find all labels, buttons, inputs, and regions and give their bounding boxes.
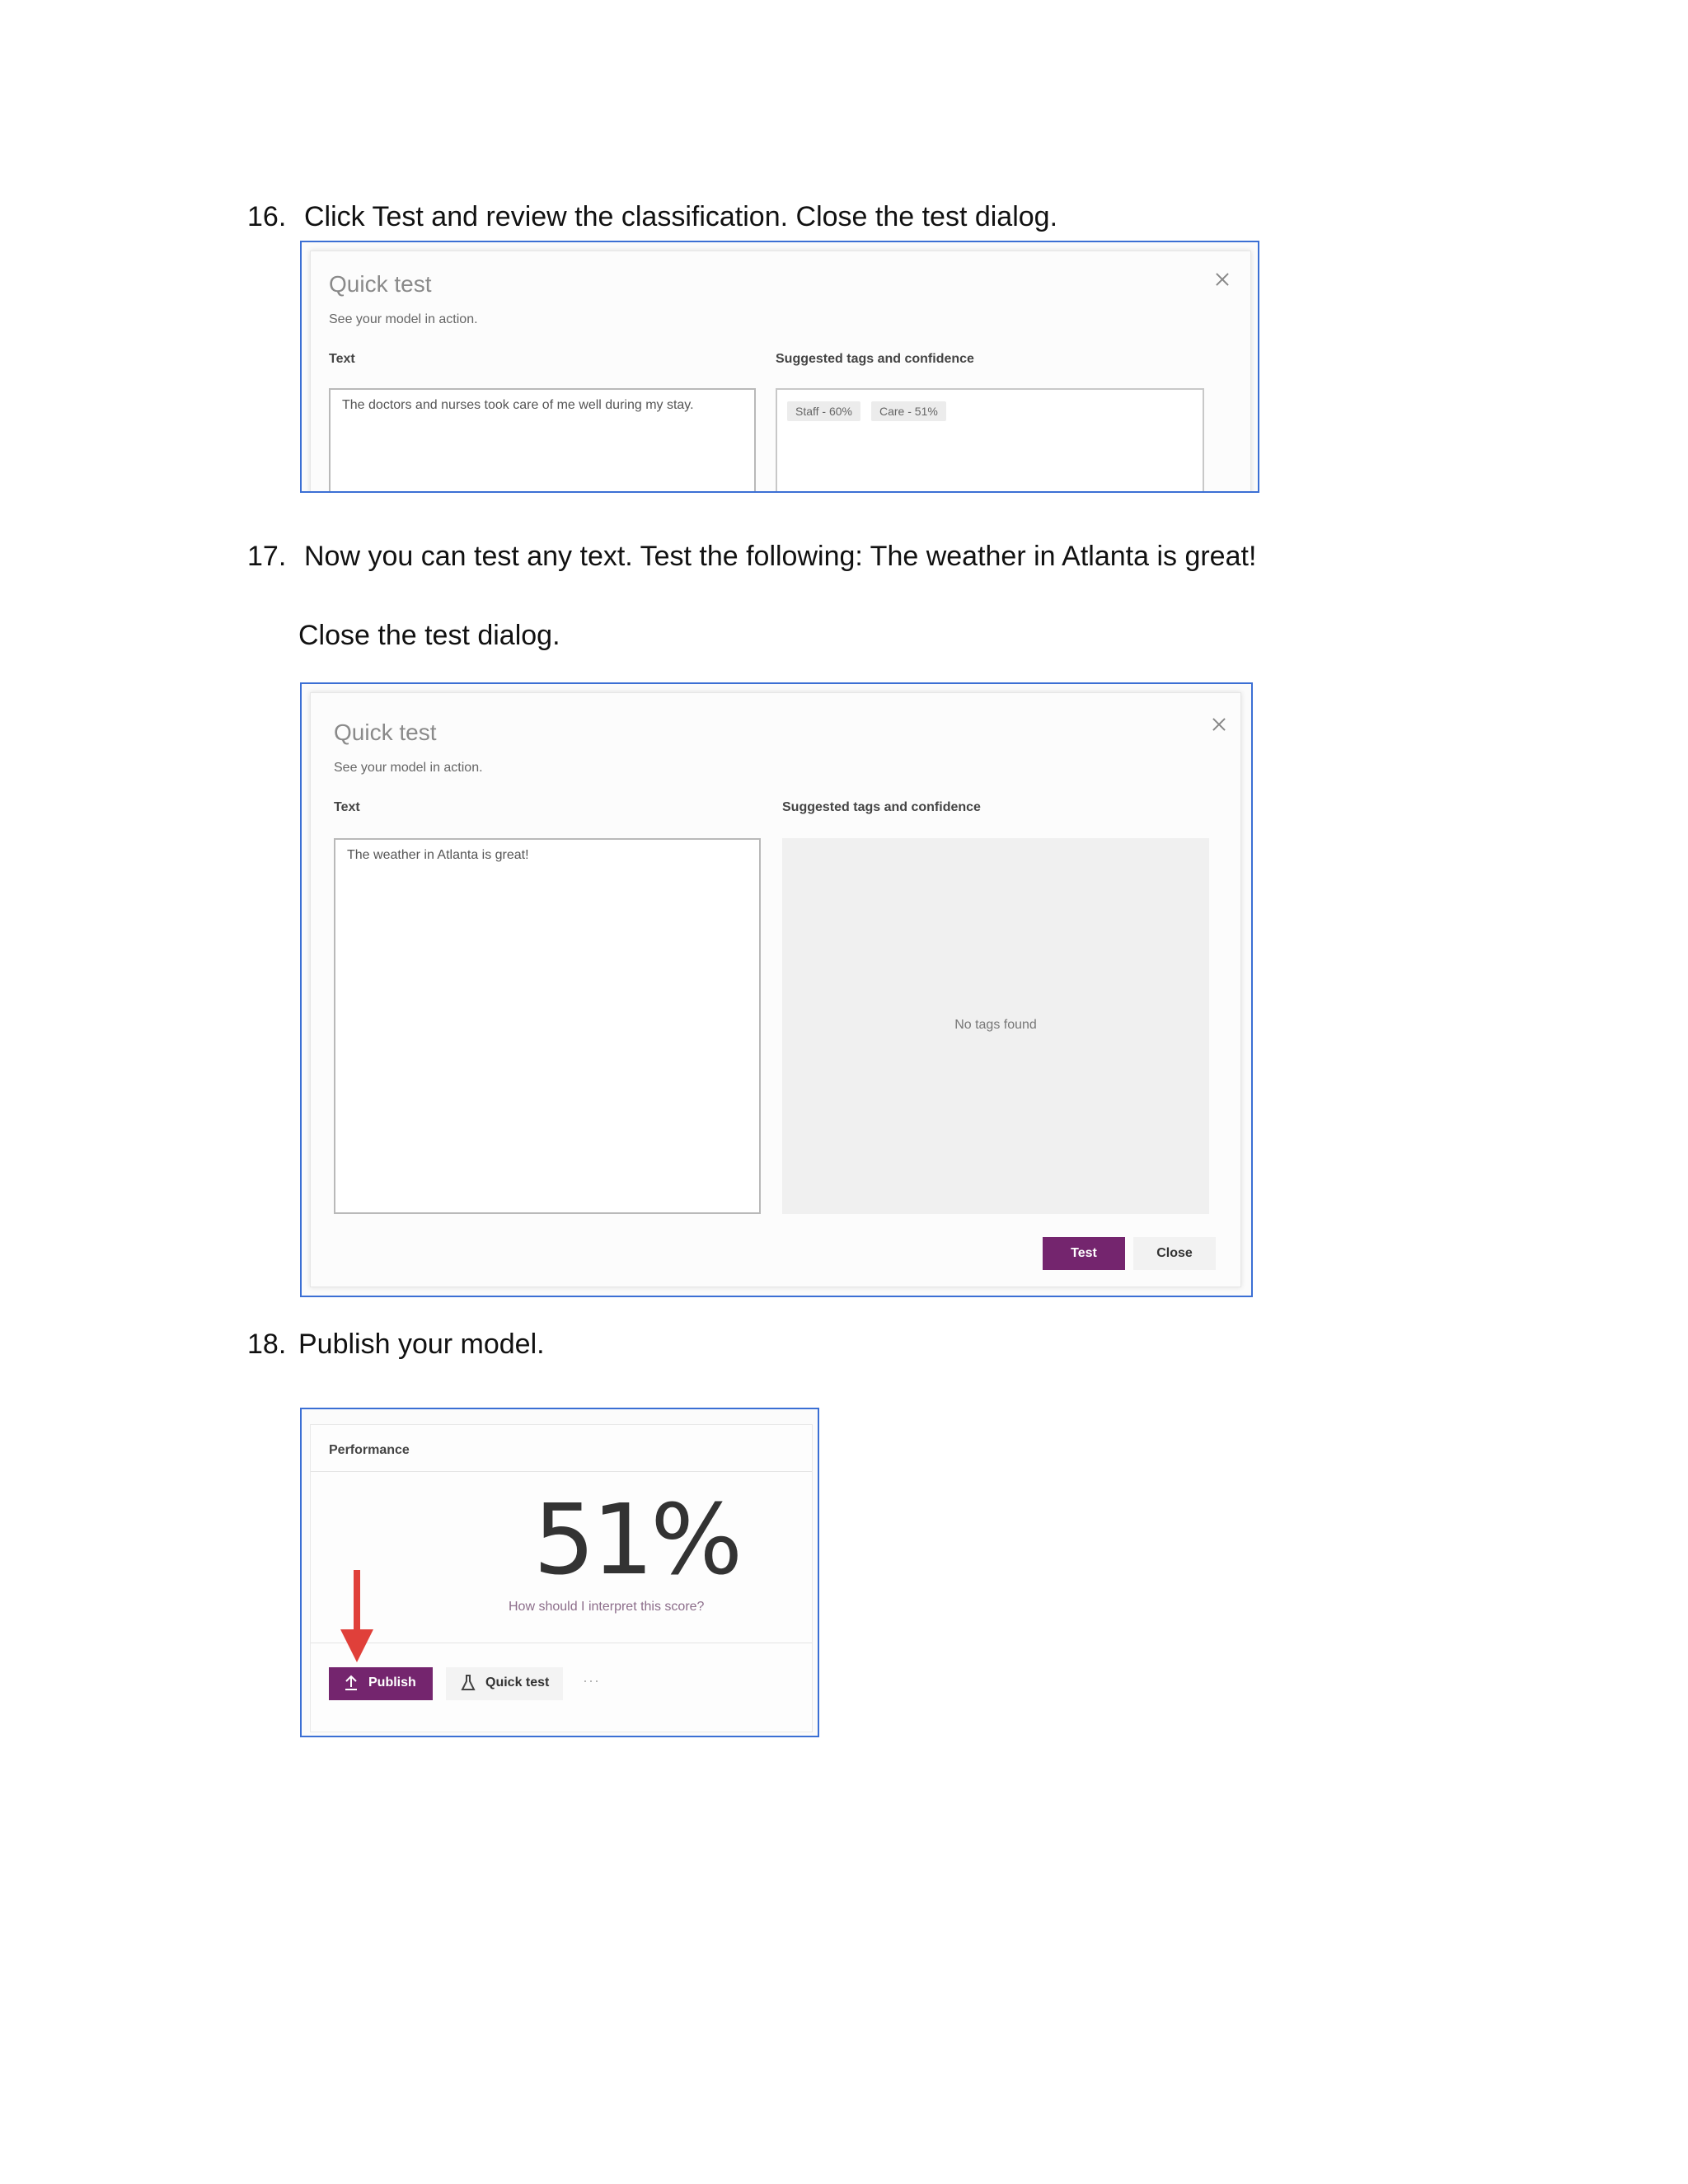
quick-test-dialog: Quick test See your model in action. Tex… (310, 692, 1241, 1287)
step-17-followup: Close the test dialog. (298, 620, 560, 651)
dialog-title: Quick test (334, 719, 437, 745)
tags-label: Suggested tags and confidence (782, 800, 981, 814)
screenshot-quick-test-1: Quick test See your model in action. Tex… (300, 241, 1259, 493)
text-label: Text (329, 352, 355, 366)
interpret-score-link[interactable]: How should I interpret this score? (509, 1600, 704, 1615)
no-tags-message: No tags found (954, 1018, 1037, 1032)
dialog-title: Quick test (329, 271, 432, 297)
step-16: 16. Click Test and review the classificat… (247, 201, 1057, 233)
performance-title: Performance (329, 1443, 410, 1457)
close-icon[interactable] (1211, 716, 1227, 733)
dialog-subtitle: See your model in action. (329, 312, 478, 326)
step-number: 16. (247, 201, 287, 232)
text-label: Text (334, 800, 360, 814)
performance-score: 51% (533, 1483, 743, 1596)
tags-box: Staff - 60% Care - 51% (776, 388, 1204, 491)
step-number: 18. (247, 1329, 287, 1360)
tags-label: Suggested tags and confidence (776, 352, 974, 366)
quick-test-dialog: Quick test See your model in action. Tex… (310, 251, 1251, 491)
step-text: Now you can test any text. Test the foll… (304, 541, 1257, 572)
step-text: Click Test and review the classification… (304, 201, 1058, 232)
quick-test-button[interactable]: Quick test (446, 1667, 563, 1700)
tag-chip: Care - 51% (871, 401, 946, 421)
flask-icon (461, 1675, 476, 1690)
close-button[interactable]: Close (1133, 1237, 1216, 1270)
upload-icon (345, 1675, 357, 1690)
divider (311, 1471, 812, 1472)
step-text: Publish your model. (298, 1329, 545, 1360)
dialog-subtitle: See your model in action. (334, 761, 483, 775)
screenshot-quick-test-2: Quick test See your model in action. Tex… (300, 682, 1253, 1297)
close-icon[interactable] (1214, 271, 1231, 288)
more-icon[interactable]: ··· (583, 1672, 600, 1690)
publish-button[interactable]: Publish (329, 1667, 433, 1700)
quick-test-label: Quick test (485, 1675, 550, 1690)
tags-area: No tags found (782, 838, 1209, 1214)
text-input[interactable]: The doctors and nurses took care of me w… (329, 388, 756, 491)
text-input[interactable]: The weather in Atlanta is great! (334, 838, 761, 1214)
tag-chip: Staff - 60% (787, 401, 861, 421)
step-number: 17. (247, 541, 287, 572)
publish-label: Publish (368, 1675, 416, 1690)
step-18: 18. Publish your model. (247, 1329, 545, 1361)
performance-card: Performance 51% How should I interpret t… (310, 1424, 813, 1732)
step-17: 17. Now you can test any text. Test the f… (247, 541, 1256, 573)
red-arrow-icon (340, 1570, 373, 1662)
screenshot-performance: Performance 51% How should I interpret t… (300, 1408, 819, 1737)
test-button[interactable]: Test (1043, 1237, 1125, 1270)
